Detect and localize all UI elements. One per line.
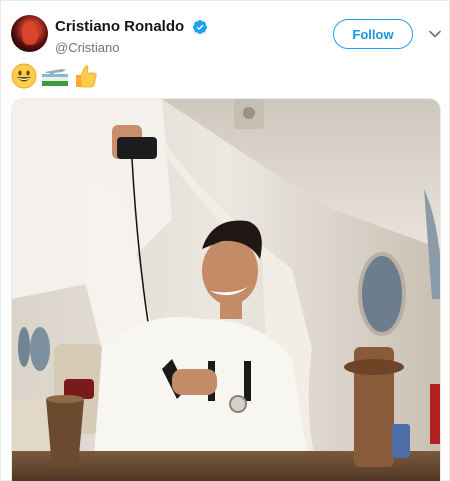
grinning-face-emoji — [11, 63, 37, 89]
avatar[interactable] — [11, 15, 48, 52]
user-handle[interactable]: @Cristiano — [55, 40, 208, 55]
verified-badge-icon — [192, 19, 207, 34]
photo-selfie-jet — [12, 99, 440, 481]
tweet-header: Cristiano Ronaldo @Cristiano Follow — [11, 15, 441, 55]
thumbs-up-emoji — [76, 65, 97, 88]
display-name[interactable]: Cristiano Ronaldo — [55, 18, 184, 35]
user-info[interactable]: Cristiano Ronaldo @Cristiano — [55, 18, 208, 55]
chevron-down-icon[interactable] — [428, 27, 442, 41]
tweet-card: Cristiano Ronaldo @Cristiano Follow — [0, 0, 450, 481]
tweet-photo[interactable] — [11, 98, 441, 481]
follow-button[interactable]: Follow — [333, 19, 413, 49]
airplane-flag-emoji — [42, 69, 68, 86]
